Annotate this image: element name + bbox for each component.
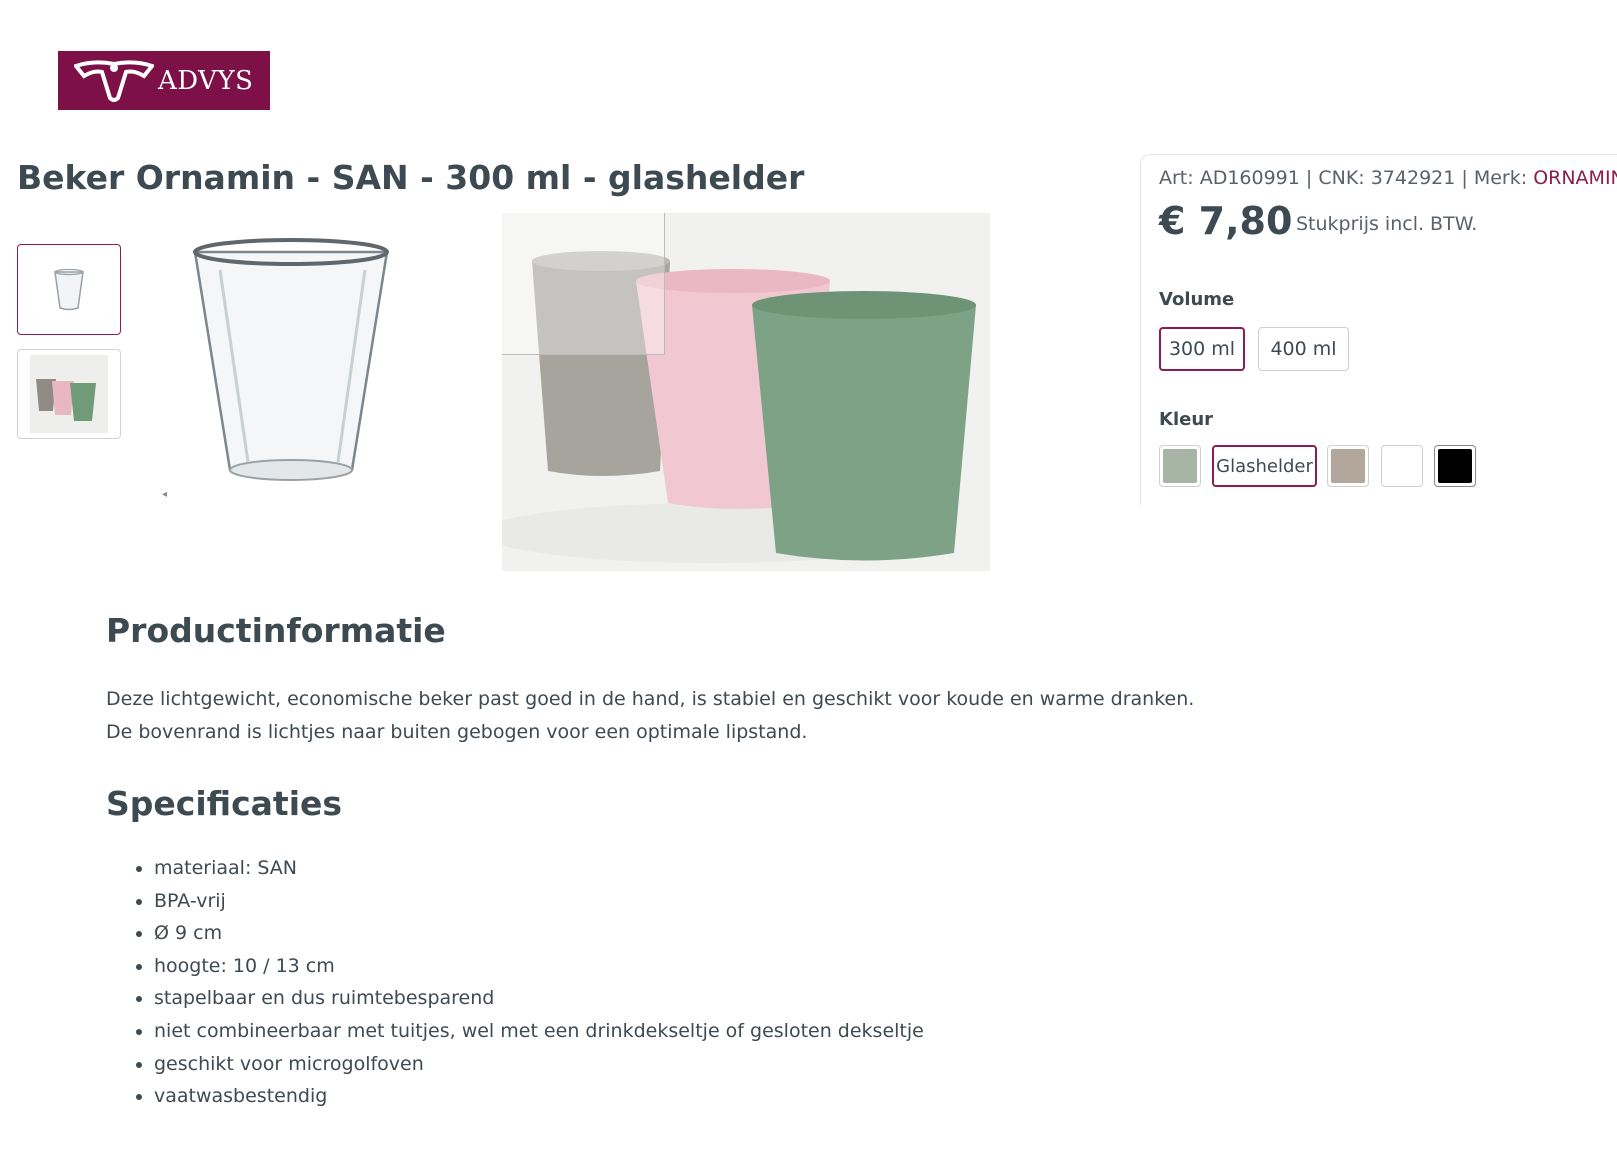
clear-cup-thumb-image (54, 268, 84, 310)
swatch-fill (1385, 449, 1419, 483)
productinformatie-heading: Productinformatie (106, 611, 446, 650)
description-line: De bovenrand is lichtjes naar buiten geb… (106, 721, 808, 743)
cnk-number: CNK: 3742921 (1318, 167, 1456, 189)
brand-link[interactable]: ORNAMIN (1533, 167, 1617, 189)
thumbnail-colored-cups[interactable] (17, 349, 121, 439)
image-carousel-dot[interactable]: ◂ (162, 489, 167, 500)
spec-item: niet combineerbaar met tuitjes, wel met … (154, 1015, 924, 1048)
swatch-fill (1331, 449, 1365, 483)
color-label: Kleur (1159, 409, 1214, 430)
spec-list: materiaal: SAN BPA-vrij Ø 9 cm hoogte: 1… (106, 852, 924, 1113)
volume-label: Volume (1159, 289, 1235, 310)
description-line: Deze lichtgewicht, economische beker pas… (106, 688, 1195, 710)
logo-icon (74, 59, 154, 102)
spec-item: hoogte: 10 / 13 cm (154, 950, 924, 983)
swatch-fill (1163, 449, 1197, 483)
spec-item: Ø 9 cm (154, 917, 924, 950)
spec-item: BPA-vrij (154, 885, 924, 918)
brand-label: Merk: (1473, 167, 1528, 189)
logo-text: ADVYS (158, 65, 254, 96)
volume-option-300ml[interactable]: 300 ml (1159, 327, 1245, 371)
price-note: Stukprijs incl. BTW. (1296, 213, 1478, 235)
color-swatch-taupe[interactable] (1327, 445, 1369, 487)
color-swatch-black[interactable] (1434, 445, 1476, 487)
product-description: Deze lichtgewicht, economische beker pas… (106, 683, 1194, 749)
thumbnail-clear-cup[interactable] (17, 244, 121, 335)
spec-item: vaatwasbestendig (154, 1080, 924, 1113)
price: € 7,80 (1159, 199, 1293, 243)
product-title: Beker Ornamin - SAN - 300 ml - glashelde… (17, 158, 805, 197)
spec-item: stapelbaar en dus ruimtebesparend (154, 982, 924, 1015)
spec-item: geschikt voor microgolfoven (154, 1048, 924, 1081)
brand-logo[interactable]: ADVYS (58, 51, 270, 110)
color-swatch-sage[interactable] (1159, 445, 1201, 487)
article-number: Art: AD160991 (1159, 167, 1300, 189)
product-purchase-panel: Art: AD160991 | CNK: 3742921 | Merk: ORN… (1140, 154, 1617, 505)
specificaties-heading: Specificaties (106, 784, 343, 823)
swatch-fill (1438, 449, 1472, 483)
color-swatch-white[interactable] (1381, 445, 1423, 487)
volume-option-400ml[interactable]: 400 ml (1258, 327, 1349, 371)
product-meta: Art: AD160991 | CNK: 3742921 | Merk: ORN… (1159, 167, 1617, 189)
colored-cups-thumb-image (30, 355, 108, 433)
color-swatch-glashelder[interactable]: Glashelder (1212, 445, 1317, 487)
main-product-image[interactable] (160, 230, 410, 500)
zoom-lens[interactable] (502, 213, 665, 355)
spec-item: materiaal: SAN (154, 852, 924, 885)
